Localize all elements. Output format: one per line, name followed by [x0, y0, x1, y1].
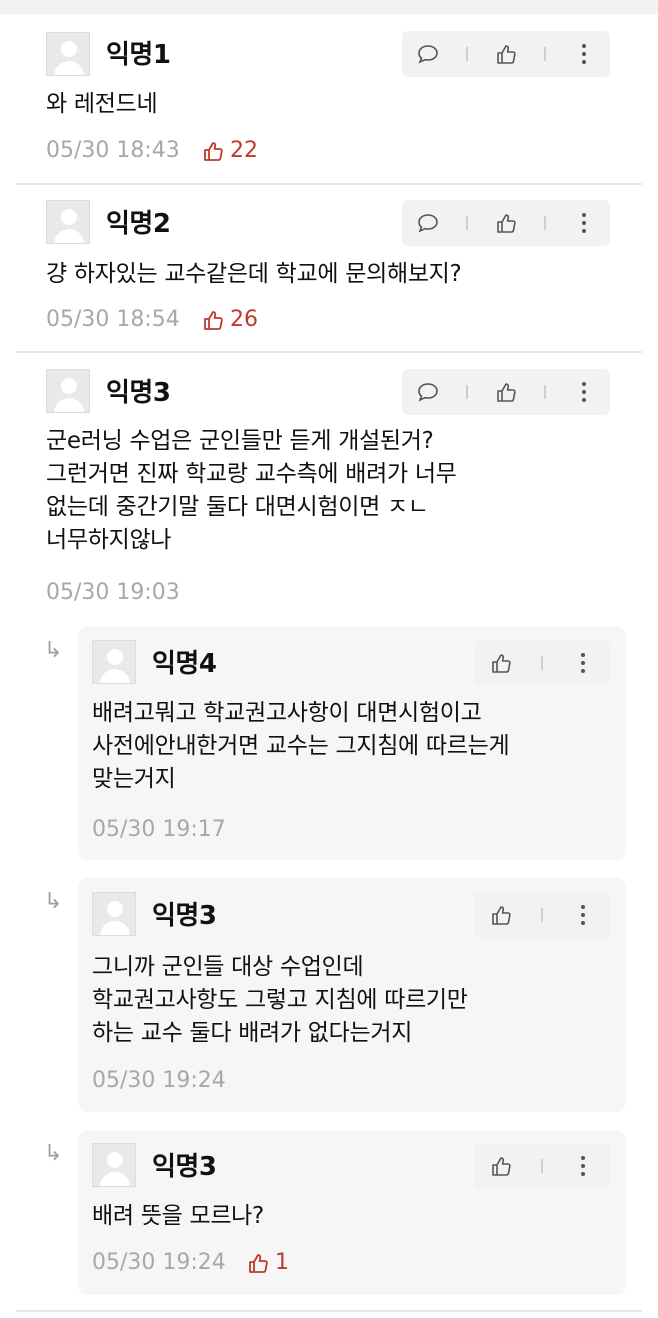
- reply-actions: [474, 892, 610, 938]
- thumbs-up-icon: [249, 1254, 268, 1273]
- more-vertical-icon: [581, 213, 586, 233]
- reply-time: 05/30 19:24: [92, 1250, 226, 1275]
- like-count: 1: [247, 1250, 289, 1276]
- like-count: 22: [202, 138, 258, 164]
- reply-arrow-icon: ↳: [44, 638, 63, 663]
- reply-time: 05/30 19:24: [92, 1068, 226, 1093]
- reply-text: 그니까 군인들 대상 수업인데 학교권고사항도 그렇고 지침에 따르기만 하는 …: [92, 954, 468, 1046]
- like-count: 26: [202, 307, 258, 333]
- reply-actions: [474, 1143, 610, 1189]
- reply-button[interactable]: [413, 39, 443, 69]
- avatar: [46, 200, 90, 244]
- comment-author: 익명2: [106, 209, 171, 239]
- comment-text: 와 레전드네: [46, 91, 158, 117]
- more-button[interactable]: [568, 900, 598, 930]
- top-bar: [0, 0, 658, 14]
- comment-actions: [402, 369, 610, 415]
- speech-bubble-icon: [418, 383, 439, 402]
- speech-bubble-icon: [418, 45, 439, 64]
- like-button[interactable]: [491, 39, 521, 69]
- divider: [16, 1310, 642, 1312]
- comment-time: 05/30 19:03: [46, 580, 180, 605]
- more-button[interactable]: [569, 208, 599, 238]
- divider: [16, 351, 642, 353]
- thumbs-up-icon: [497, 214, 516, 233]
- more-button[interactable]: [569, 377, 599, 407]
- thumbs-up-icon: [497, 45, 516, 64]
- reply-author: 익명3: [152, 901, 217, 931]
- like-button[interactable]: [491, 377, 521, 407]
- reply-arrow-icon: ↳: [44, 889, 63, 914]
- comment-actions: [402, 31, 610, 77]
- like-button[interactable]: [486, 900, 516, 930]
- thumbs-up-icon: [492, 906, 511, 925]
- thumbs-up-icon: [204, 142, 223, 161]
- more-button[interactable]: [569, 39, 599, 69]
- like-button[interactable]: [486, 1151, 516, 1181]
- thumbs-up-icon: [492, 654, 511, 673]
- comment-author: 익명1: [106, 40, 171, 70]
- divider: [543, 385, 546, 399]
- thumbs-up-icon: [204, 311, 223, 330]
- reply-button[interactable]: [413, 377, 443, 407]
- comment-text: 걍 하자있는 교수같은데 학교에 문의해보지?: [46, 261, 462, 287]
- reply-arrow-icon: ↳: [44, 1141, 63, 1166]
- thumbs-up-icon: [497, 383, 516, 402]
- reply-time: 05/30 19:17: [92, 817, 226, 842]
- avatar: [46, 32, 90, 76]
- reply-actions: [474, 640, 610, 686]
- reply-text: 배려고뭐고 학교권고사항이 대면시험이고 사전에안내한거면 교수는 그지침에 따…: [92, 700, 510, 792]
- like-count-value: 22: [230, 138, 258, 163]
- divider: [466, 47, 469, 61]
- avatar: [92, 892, 136, 936]
- divider: [466, 216, 469, 230]
- divider: [540, 656, 543, 670]
- like-button[interactable]: [491, 208, 521, 238]
- more-vertical-icon: [580, 653, 585, 673]
- more-vertical-icon: [580, 905, 585, 925]
- reply-button[interactable]: [413, 208, 443, 238]
- more-vertical-icon: [581, 382, 586, 402]
- comment-time: 05/30 18:54: [46, 307, 180, 332]
- reply-text: 배려 뜻을 모르나?: [92, 1203, 264, 1229]
- more-button[interactable]: [568, 1151, 598, 1181]
- divider: [540, 908, 543, 922]
- thumbs-up-icon: [492, 1157, 511, 1176]
- divider: [16, 183, 642, 185]
- more-button[interactable]: [568, 648, 598, 678]
- reply-author: 익명3: [152, 1152, 217, 1182]
- speech-bubble-icon: [418, 214, 439, 233]
- more-vertical-icon: [581, 44, 586, 64]
- comment-time: 05/30 18:43: [46, 138, 180, 163]
- comment-author: 익명3: [106, 378, 171, 408]
- avatar: [92, 1143, 136, 1187]
- comment-text: 군e러닝 수업은 군인들만 듣게 개설된거? 그런거면 진짜 학교랑 교수측에 …: [46, 428, 457, 553]
- avatar: [46, 369, 90, 413]
- like-count-value: 26: [230, 307, 258, 332]
- divider: [466, 385, 469, 399]
- more-vertical-icon: [580, 1156, 585, 1176]
- like-count-value: 1: [275, 1250, 289, 1275]
- like-button[interactable]: [486, 648, 516, 678]
- avatar: [92, 640, 136, 684]
- divider: [540, 1159, 543, 1173]
- reply-author: 익명4: [152, 649, 217, 679]
- comment-actions: [402, 200, 610, 246]
- divider: [543, 47, 546, 61]
- divider: [543, 216, 546, 230]
